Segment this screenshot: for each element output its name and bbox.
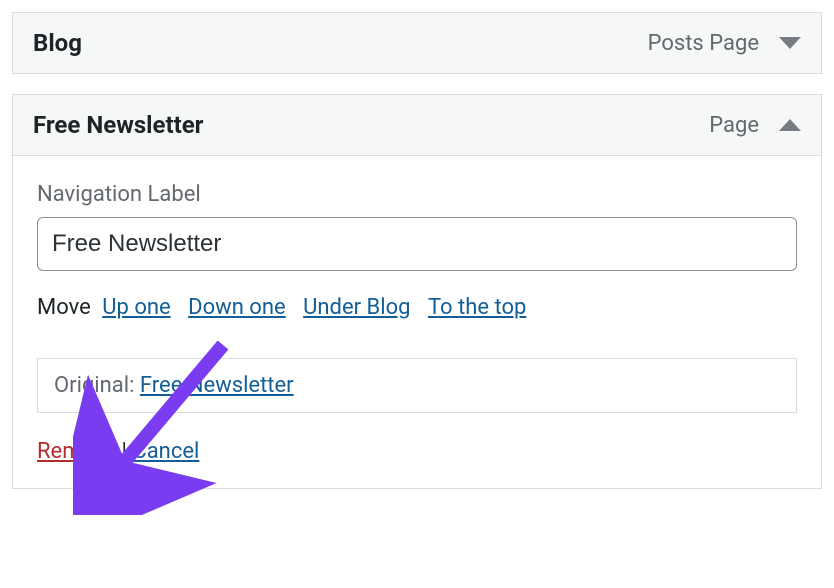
menu-item-body: Navigation Label Move Up one Down one Un… — [13, 156, 821, 488]
move-down-link[interactable]: Down one — [188, 295, 286, 320]
move-up-link[interactable]: Up one — [102, 295, 170, 320]
original-label: Original: — [54, 373, 134, 398]
chevron-down-icon — [779, 37, 801, 49]
move-under-link[interactable]: Under Blog — [303, 295, 410, 320]
move-top-link[interactable]: To the top — [428, 295, 526, 320]
menu-item-title: Free Newsletter — [33, 111, 709, 139]
menu-item-header[interactable]: Blog Posts Page — [13, 13, 821, 73]
remove-link[interactable]: Remove — [37, 439, 116, 464]
menu-item-free-newsletter: Free Newsletter Page Navigation Label Mo… — [12, 94, 822, 489]
actions-row: Remove | Cancel — [37, 439, 797, 464]
menu-item-blog: Blog Posts Page — [12, 12, 822, 74]
menu-item-type: Posts Page — [648, 31, 759, 56]
original-link[interactable]: Free Newsletter — [140, 373, 294, 398]
move-row: Move Up one Down one Under Blog To the t… — [37, 295, 797, 320]
original-box: Original: Free Newsletter — [37, 358, 797, 413]
navigation-label-caption: Navigation Label — [37, 182, 797, 207]
menu-item-header[interactable]: Free Newsletter Page — [13, 95, 821, 156]
move-label: Move — [37, 295, 91, 320]
menu-item-title: Blog — [33, 29, 648, 57]
cancel-link[interactable]: Cancel — [132, 439, 199, 464]
chevron-up-icon — [779, 119, 801, 131]
action-separator: | — [116, 439, 132, 464]
navigation-label-input[interactable] — [37, 217, 797, 271]
menu-item-type: Page — [709, 113, 759, 138]
